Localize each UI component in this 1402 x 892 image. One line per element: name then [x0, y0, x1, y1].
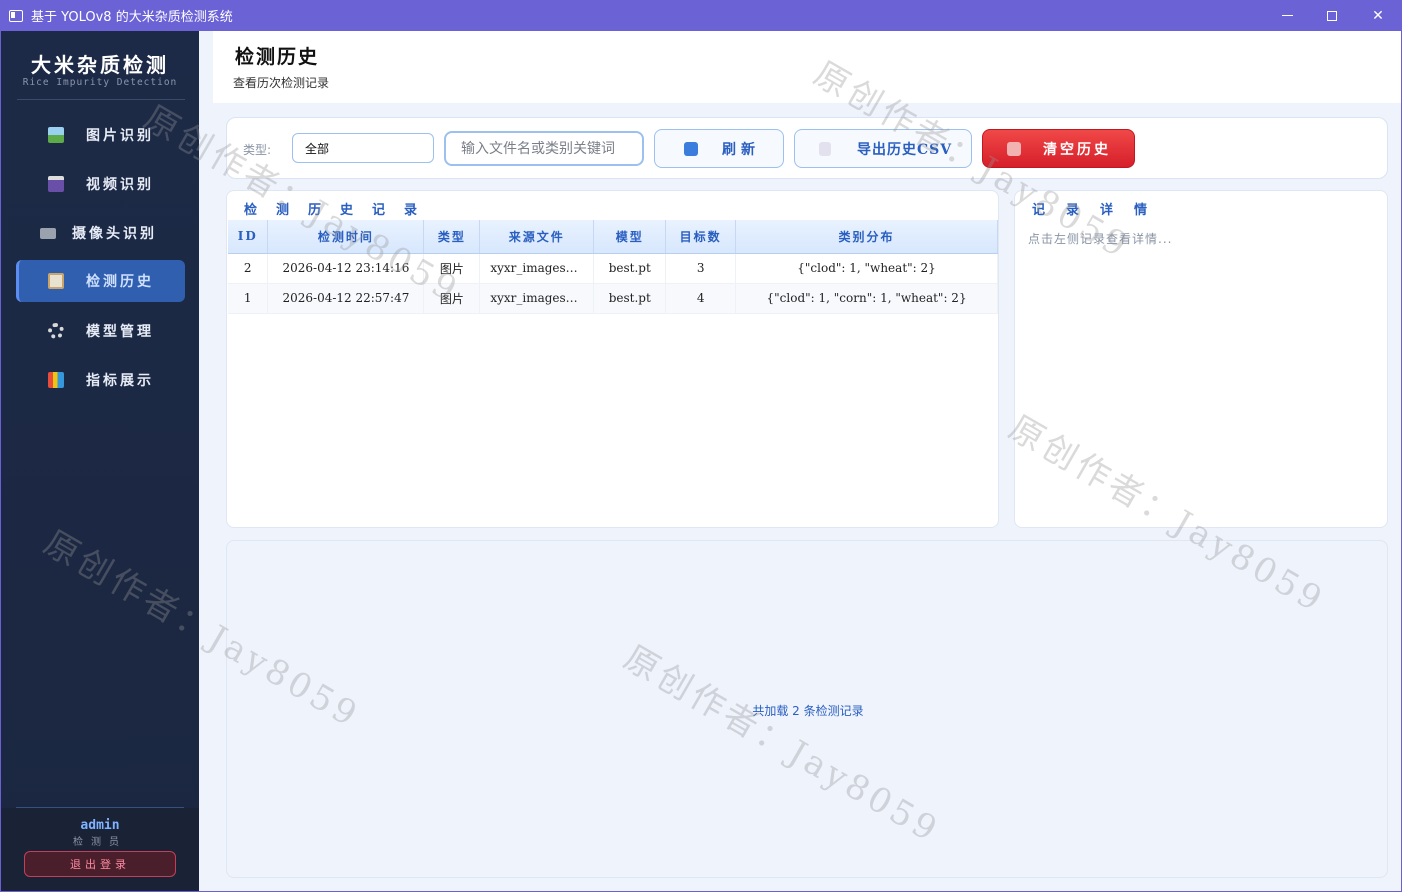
cell-count: 3 [665, 253, 737, 284]
status-text: 共加载 2 条检测记录 [752, 704, 864, 718]
sidebar-item-video[interactable]: 视频识别 [16, 163, 185, 205]
sidebar-item-image[interactable]: 图片识别 [16, 114, 185, 156]
video-icon [48, 176, 64, 192]
sidebar-item-label: 摄像头识别 [72, 226, 157, 242]
type-label: 类型: [243, 143, 272, 157]
column-header[interactable]: 目标数 [665, 220, 737, 254]
page-header: 检测历史 查看历次检测记录 [213, 31, 1401, 103]
cell-time: 2026-04-12 22:57:47 [267, 283, 425, 314]
user-role: 检测员 [73, 837, 127, 848]
maximize-icon [1327, 10, 1337, 21]
table-row[interactable]: 1 2026-04-12 22:57:47 图片 xyxr_images… be… [228, 283, 998, 314]
detail-placeholder: 点击左侧记录查看详情... [1028, 232, 1173, 246]
window-title: 基于 YOLOv8 的大米杂质检测系统 [31, 10, 233, 25]
trash-icon [1007, 141, 1021, 156]
cell-count: 4 [665, 283, 737, 314]
sidebar-item-label: 图片识别 [86, 128, 154, 144]
column-header[interactable]: 来源文件 [479, 220, 595, 254]
table-row[interactable]: 2 2026-04-12 23:14:16 图片 xyxr_images… be… [228, 253, 998, 284]
cell-model: best.pt [593, 253, 667, 284]
sidebar-item-history[interactable]: 检测历史 [16, 260, 185, 302]
camera-icon [40, 227, 56, 239]
close-icon: ✕ [1372, 7, 1384, 24]
sidebar-item-camera[interactable]: 摄像头识别 [16, 212, 185, 254]
cell-type: 图片 [423, 283, 481, 314]
cell-id: 1 [228, 283, 269, 314]
refresh-icon [684, 141, 698, 156]
detail-panel: 记录详情 点击左侧记录查看详情... [1014, 190, 1388, 528]
cell-model: best.pt [593, 283, 667, 314]
search-input[interactable] [444, 131, 644, 166]
image-icon [48, 127, 64, 143]
gear-icon [48, 323, 64, 339]
sidebar: 大米杂质检测 Rice Impurity Detection 图片识别 视频识别… [1, 31, 199, 891]
export-csv-button[interactable]: 导出历史CSV [794, 129, 972, 168]
sidebar-item-label: 指标展示 [86, 373, 154, 389]
cell-id: 2 [228, 253, 269, 284]
clear-history-button[interactable]: 清空历史 [982, 129, 1135, 168]
cell-time: 2026-04-12 23:14:16 [267, 253, 425, 284]
chart-icon [48, 372, 64, 388]
cell-type: 图片 [423, 253, 481, 284]
title-bar: 基于 YOLOv8 的大米杂质检测系统 ✕ [0, 0, 1402, 31]
maximize-button[interactable] [1309, 0, 1355, 31]
page-subtitle: 查看历次检测记录 [233, 76, 330, 90]
history-panel: 检测历史记录 ID 检测时间 类型 来源文件 模型 目标数 类别分布 2 202… [226, 190, 999, 528]
app-window: 大米杂质检测 Rice Impurity Detection 图片识别 视频识别… [1, 31, 1401, 891]
sidebar-item-metrics[interactable]: 指标展示 [16, 359, 185, 401]
sidebar-item-label: 视频识别 [86, 177, 154, 193]
refresh-label: 刷新 [722, 141, 760, 158]
cell-distribution: {"clod": 1, "wheat": 2} [735, 253, 998, 284]
detail-title: 记录详情 [1032, 203, 1169, 218]
user-panel: admin 检测员 退出登录 [1, 808, 199, 891]
preview-panel: 共加载 2 条检测记录 [226, 540, 1388, 878]
close-button[interactable]: ✕ [1355, 0, 1401, 31]
column-header[interactable]: ID [228, 220, 269, 254]
cell-source: xyxr_images… [479, 283, 595, 314]
cell-source: xyxr_images… [479, 253, 595, 284]
column-header[interactable]: 检测时间 [267, 220, 425, 254]
table-header-row: ID 检测时间 类型 来源文件 模型 目标数 类别分布 [228, 220, 998, 254]
minimize-icon [1281, 15, 1293, 16]
cell-distribution: {"clod": 1, "corn": 1, "wheat": 2} [735, 283, 998, 314]
brand-title: 大米杂质检测 [31, 53, 169, 77]
minimize-button[interactable] [1264, 0, 1310, 31]
column-header[interactable]: 类型 [423, 220, 481, 254]
clear-label: 清空历史 [1043, 141, 1111, 158]
sidebar-item-label: 检测历史 [86, 274, 154, 290]
history-icon [48, 273, 64, 289]
sidebar-item-label: 模型管理 [86, 324, 154, 340]
type-select[interactable]: 全部 [292, 133, 434, 163]
logout-button[interactable]: 退出登录 [24, 851, 176, 877]
history-title: 检测历史记录 [244, 203, 437, 218]
user-name: admin [80, 818, 120, 833]
history-table: ID 检测时间 类型 来源文件 模型 目标数 类别分布 2 2026-04-12… [228, 220, 998, 314]
column-header[interactable]: 模型 [593, 220, 667, 254]
document-icon [819, 141, 831, 156]
refresh-button[interactable]: 刷新 [654, 129, 784, 168]
brand-divider [17, 99, 185, 100]
app-icon [9, 9, 23, 22]
filter-toolbar: 类型: 全部 刷新 导出历史CSV 清空历史 [226, 117, 1388, 179]
column-header[interactable]: 类别分布 [735, 220, 998, 254]
sidebar-item-model[interactable]: 模型管理 [16, 310, 185, 352]
page-title: 检测历史 [235, 46, 320, 68]
brand-subtitle: Rice Impurity Detection [22, 77, 178, 88]
export-label: 导出历史CSV [857, 141, 953, 158]
